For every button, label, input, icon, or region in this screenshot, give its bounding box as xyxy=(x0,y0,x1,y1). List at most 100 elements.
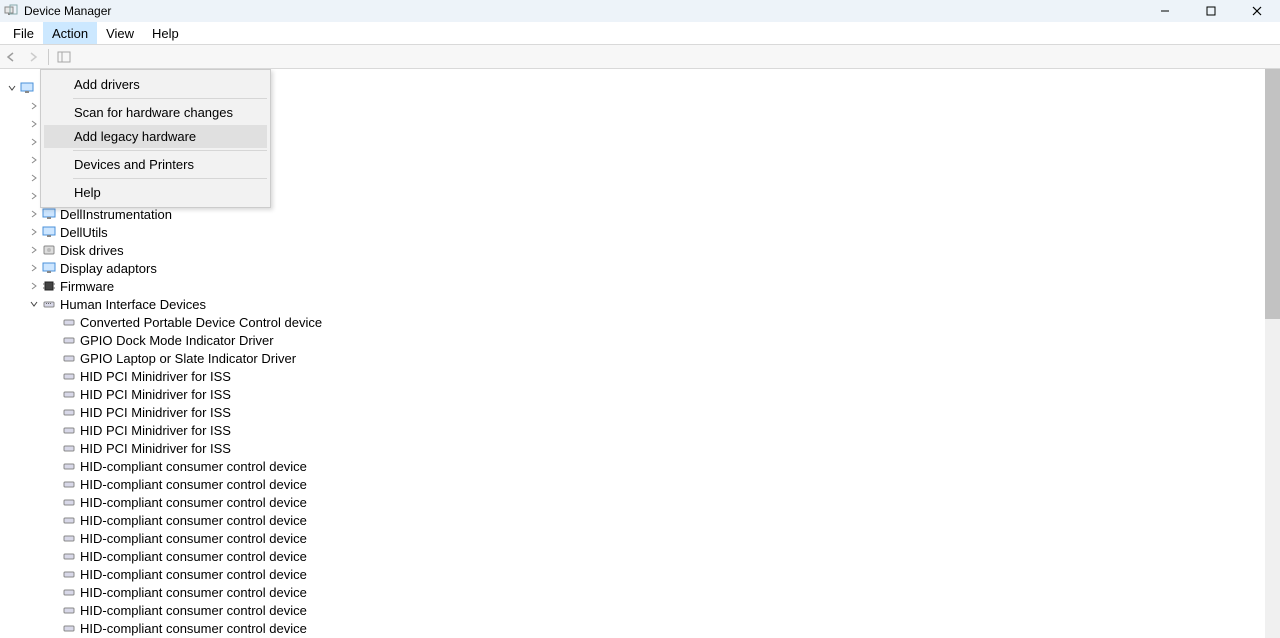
menu-action[interactable]: Action xyxy=(43,22,97,44)
tree-device-label: GPIO Dock Mode Indicator Driver xyxy=(80,333,274,348)
tree-device[interactable]: HID PCI Minidriver for ISS xyxy=(0,385,1280,403)
tree-category[interactable]: DellUtils xyxy=(0,223,1280,241)
menu-help-item[interactable]: Help xyxy=(44,181,267,204)
forward-button[interactable] xyxy=(24,48,42,66)
chevron-right-icon[interactable] xyxy=(28,100,40,112)
tree-device[interactable]: HID-compliant consumer control device xyxy=(0,493,1280,511)
tree-device[interactable]: HID-compliant consumer control device xyxy=(0,529,1280,547)
tree-device[interactable]: HID PCI Minidriver for ISS xyxy=(0,367,1280,385)
tree-device-label: Converted Portable Device Control device xyxy=(80,315,322,330)
vertical-scrollbar[interactable] xyxy=(1265,69,1280,638)
tree-device[interactable]: HID-compliant consumer control device xyxy=(0,511,1280,529)
chevron-right-icon[interactable] xyxy=(28,190,40,202)
tree-device[interactable]: Converted Portable Device Control device xyxy=(0,313,1280,331)
tree-device-label: HID-compliant consumer control device xyxy=(80,477,307,492)
chevron-down-icon[interactable] xyxy=(6,82,18,94)
chevron-right-icon[interactable] xyxy=(28,136,40,148)
menu-scan-hardware[interactable]: Scan for hardware changes xyxy=(44,101,267,124)
tree-category-label: Human Interface Devices xyxy=(60,297,206,312)
tree-device[interactable]: HID-compliant consumer control device xyxy=(0,565,1280,583)
scrollbar-thumb[interactable] xyxy=(1265,69,1280,319)
tree-device-label: HID-compliant consumer control device xyxy=(80,459,307,474)
tree-device[interactable]: GPIO Laptop or Slate Indicator Driver xyxy=(0,349,1280,367)
toolbar xyxy=(0,45,1280,69)
hid-device-icon xyxy=(62,531,76,545)
tree-category[interactable]: Human Interface Devices xyxy=(0,295,1280,313)
action-dropdown: Add drivers Scan for hardware changes Ad… xyxy=(40,69,271,208)
hid-device-icon xyxy=(62,351,76,365)
tree-device[interactable]: HID-compliant consumer control device xyxy=(0,475,1280,493)
hid-device-icon xyxy=(62,567,76,581)
tree-category[interactable]: Disk drives xyxy=(0,241,1280,259)
menu-separator xyxy=(73,98,267,99)
tree-device-label: HID-compliant consumer control device xyxy=(80,549,307,564)
content-area: Add drivers Scan for hardware changes Ad… xyxy=(0,69,1280,638)
chip-icon xyxy=(42,279,56,293)
menu-devices-printers[interactable]: Devices and Printers xyxy=(44,153,267,176)
tree-device-label: HID-compliant consumer control device xyxy=(80,495,307,510)
menu-add-drivers[interactable]: Add drivers xyxy=(44,73,267,96)
menu-file[interactable]: File xyxy=(4,22,43,44)
window-title: Device Manager xyxy=(24,4,111,18)
tree-device[interactable]: HID-compliant consumer control device xyxy=(0,583,1280,601)
menubar: File Action View Help xyxy=(0,22,1280,45)
hid-device-icon xyxy=(62,585,76,599)
tree-category[interactable]: Firmware xyxy=(0,277,1280,295)
chevron-right-icon[interactable] xyxy=(28,154,40,166)
close-button[interactable] xyxy=(1234,0,1280,22)
hid-device-icon xyxy=(62,495,76,509)
minimize-button[interactable] xyxy=(1142,0,1188,22)
tree-category[interactable]: Display adaptors xyxy=(0,259,1280,277)
tree-device-label: HID-compliant consumer control device xyxy=(80,621,307,636)
hid-device-icon xyxy=(62,549,76,563)
tree-device[interactable]: HID-compliant consumer control device xyxy=(0,457,1280,475)
chevron-right-icon[interactable] xyxy=(28,118,40,130)
tree-device[interactable]: HID PCI Minidriver for ISS xyxy=(0,421,1280,439)
tree-category-label: Disk drives xyxy=(60,243,124,258)
tree-device-label: HID-compliant consumer control device xyxy=(80,567,307,582)
chevron-right-icon[interactable] xyxy=(28,172,40,184)
toolbar-divider xyxy=(48,49,49,65)
disk-icon xyxy=(42,243,56,257)
hid-device-icon xyxy=(62,513,76,527)
tree-device-label: HID-compliant consumer control device xyxy=(80,531,307,546)
menu-separator xyxy=(73,150,267,151)
chevron-down-icon[interactable] xyxy=(28,298,40,310)
app-icon xyxy=(4,4,18,18)
back-button[interactable] xyxy=(2,48,20,66)
hid-device-icon xyxy=(62,477,76,491)
tree-device[interactable]: HID PCI Minidriver for ISS xyxy=(0,403,1280,421)
window-controls xyxy=(1142,0,1280,22)
menu-help[interactable]: Help xyxy=(143,22,188,44)
tree-device-label: HID PCI Minidriver for ISS xyxy=(80,423,231,438)
hid-device-icon xyxy=(62,423,76,437)
menu-add-legacy-hardware[interactable]: Add legacy hardware xyxy=(44,125,267,148)
tree-device-label: HID PCI Minidriver for ISS xyxy=(80,369,231,384)
chevron-right-icon[interactable] xyxy=(28,280,40,292)
titlebar: Device Manager xyxy=(0,0,1280,22)
menu-view[interactable]: View xyxy=(97,22,143,44)
tree-category-label: DellUtils xyxy=(60,225,108,240)
tree-device-label: GPIO Laptop or Slate Indicator Driver xyxy=(80,351,296,366)
hid-device-icon xyxy=(62,621,76,635)
tree-device[interactable]: HID-compliant consumer control device xyxy=(0,601,1280,619)
tree-device[interactable]: HID-compliant consumer control device xyxy=(0,547,1280,565)
tree-category-label: DellInstrumentation xyxy=(60,207,172,222)
tree-device[interactable]: HID PCI Minidriver for ISS xyxy=(0,439,1280,457)
chevron-right-icon[interactable] xyxy=(28,226,40,238)
maximize-button[interactable] xyxy=(1188,0,1234,22)
chevron-right-icon[interactable] xyxy=(28,244,40,256)
chevron-right-icon[interactable] xyxy=(28,208,40,220)
show-hide-tree-button[interactable] xyxy=(55,48,73,66)
hid-device-icon xyxy=(62,315,76,329)
chevron-right-icon[interactable] xyxy=(28,262,40,274)
tree-device[interactable]: HID-compliant consumer control device xyxy=(0,619,1280,637)
tree-device-label: HID PCI Minidriver for ISS xyxy=(80,405,231,420)
hid-icon xyxy=(42,297,56,311)
tree-device[interactable]: GPIO Dock Mode Indicator Driver xyxy=(0,331,1280,349)
hid-device-icon xyxy=(62,603,76,617)
menu-separator xyxy=(73,178,267,179)
tree-device-label: HID-compliant consumer control device xyxy=(80,513,307,528)
hid-device-icon xyxy=(62,333,76,347)
monitor-icon xyxy=(42,225,56,239)
